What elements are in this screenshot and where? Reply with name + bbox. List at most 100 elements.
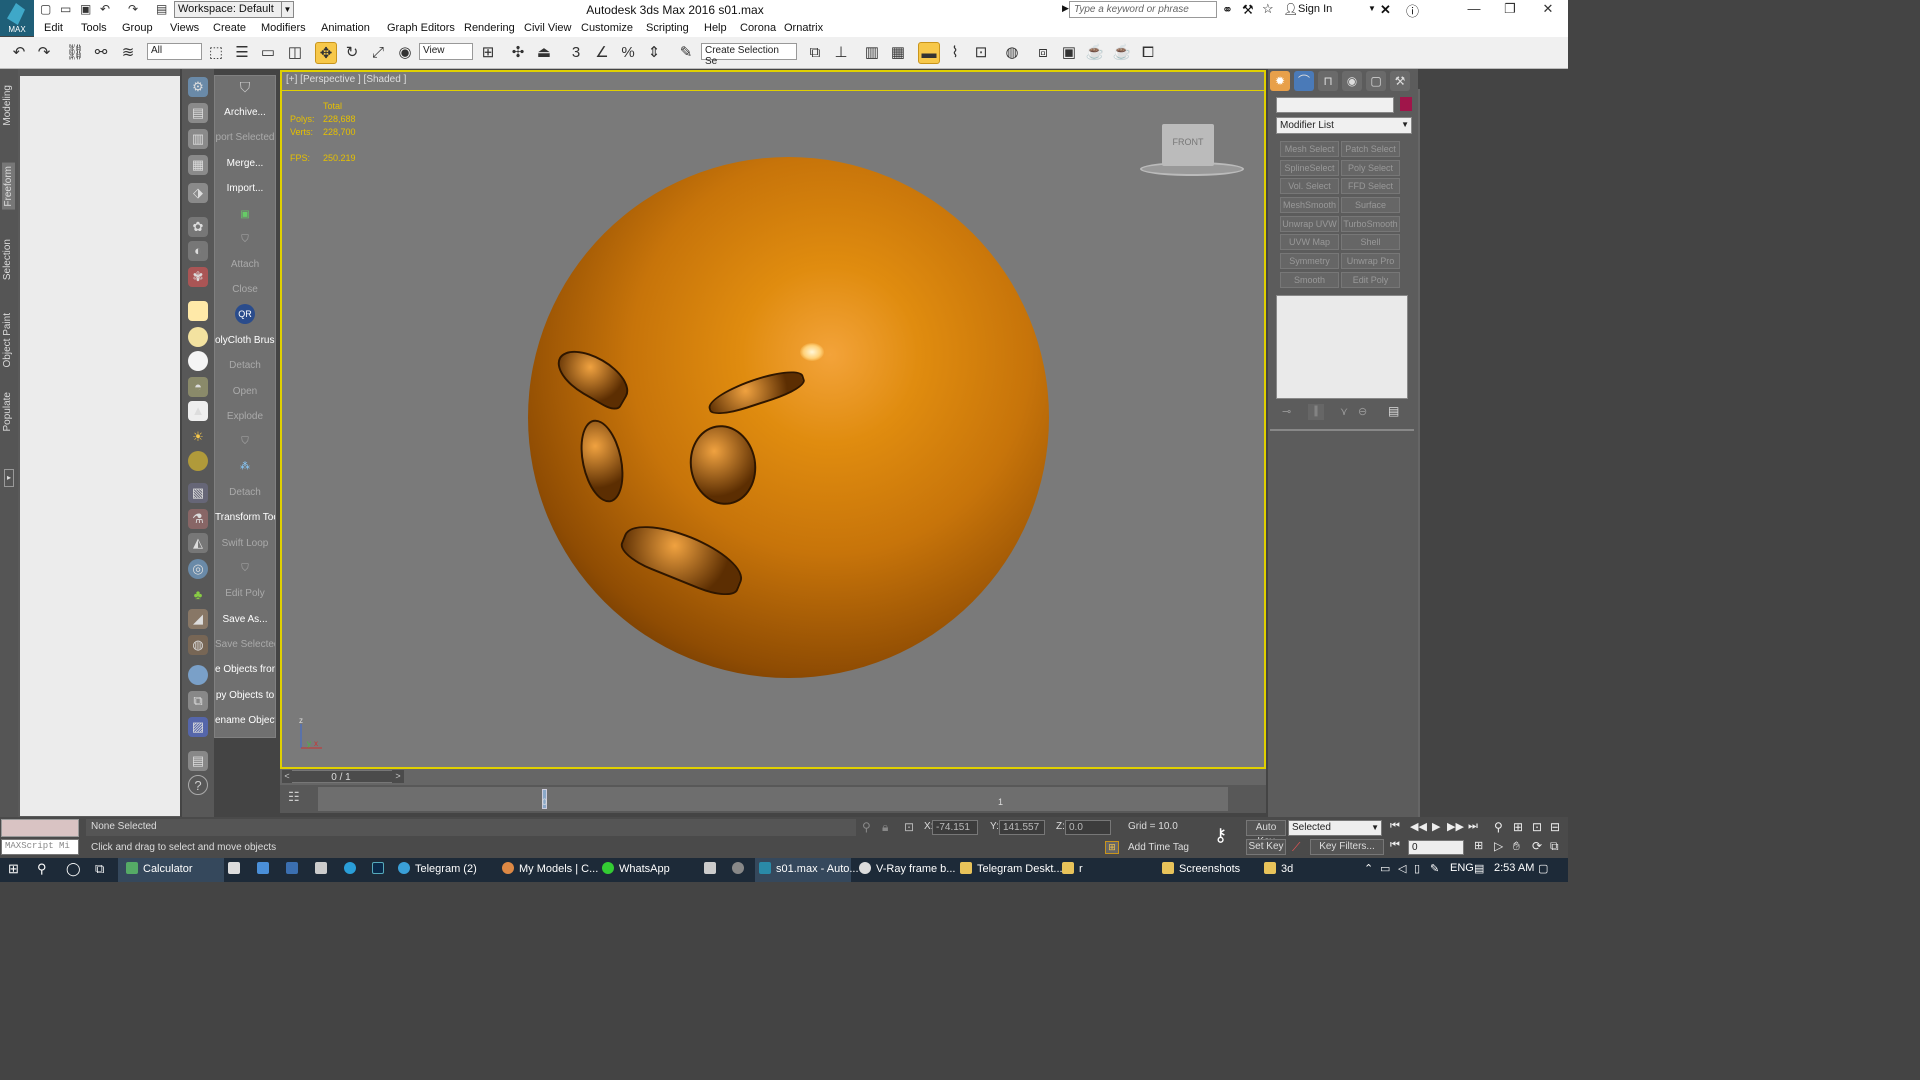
settings-icon[interactable]: ▤ [188, 751, 208, 771]
percent-snap-icon[interactable]: % [617, 42, 639, 64]
zoom-extents-icon[interactable]: ⊡ [1532, 820, 1542, 834]
rendered-frame-window-icon[interactable]: ▣ [1058, 42, 1080, 64]
pivot-center-icon[interactable]: ⊞ [477, 42, 499, 64]
menu-rendering[interactable]: Rendering [464, 22, 515, 34]
swift-loop-button[interactable]: Swift Loop [215, 533, 275, 555]
shield-icon[interactable]: ⛉ [215, 558, 275, 580]
render-iterative-icon[interactable]: ☕ [1111, 42, 1133, 64]
time-slider-thumb[interactable]: 0 / 1 [282, 770, 400, 783]
restore-icon[interactable]: ❐ [1500, 1, 1520, 17]
image-viewer-icon[interactable] [704, 862, 721, 875]
ribbon-options-icon[interactable]: ▸ [4, 469, 14, 487]
scale-icon[interactable]: ⤢ [367, 42, 389, 64]
viewport-label[interactable]: [+] [Perspective ] [Shaded ] [286, 74, 406, 85]
configure-modifier-sets-icon[interactable]: ▤ [1388, 404, 1399, 418]
unlink-icon[interactable]: ⚯ [90, 42, 112, 64]
shield-icon[interactable]: ⛉ [215, 431, 275, 453]
angry-emoji-model[interactable] [528, 157, 1049, 678]
menu-graph-editors[interactable]: Graph Editors [387, 22, 455, 34]
taskbar-screenshots[interactable]: Screenshots [1162, 862, 1240, 875]
edit-poly-button[interactable]: Edit Poly [215, 583, 275, 605]
settings-icon[interactable] [732, 862, 749, 875]
grass-icon[interactable]: ♣ [188, 585, 208, 605]
tab-populate[interactable]: Populate [2, 392, 13, 431]
menu-ornatrix[interactable]: Ornatrix [784, 22, 823, 34]
store-icon[interactable] [228, 862, 245, 875]
desktop-icon[interactable] [286, 862, 303, 875]
show-end-result-icon[interactable]: ∥ [1308, 404, 1324, 420]
rename-objects-icon[interactable]: ▨ [188, 717, 208, 737]
align-icon[interactable]: ⊥ [830, 42, 852, 64]
rotate-icon[interactable]: ↻ [341, 42, 363, 64]
app-logo[interactable]: MAX [0, 0, 34, 36]
copy-objects-icon[interactable]: ⧉ [188, 691, 208, 711]
pen-icon[interactable]: ✎ [1430, 862, 1439, 875]
open-button[interactable]: Open [215, 381, 275, 403]
maximize-viewport-icon[interactable]: ⧉ [1550, 839, 1559, 854]
layer-explorer-icon[interactable]: ▦ [887, 42, 909, 64]
spinner-snap-icon[interactable]: ⇕ [643, 42, 665, 64]
particles-icon[interactable]: ⁂ [215, 456, 275, 478]
material-editor-icon[interactable]: ◍ [1001, 42, 1023, 64]
key-mode-dropdown[interactable]: Selected ▼ [1288, 820, 1382, 836]
ime-icon[interactable]: ▤ [1474, 862, 1484, 875]
slider-next-icon[interactable]: > [392, 770, 404, 783]
modifier-button[interactable]: Surface Select [1341, 197, 1400, 225]
modifier-list-dropdown[interactable]: Modifier List ▼ [1276, 117, 1412, 134]
previous-frame-icon[interactable]: ◀◀ [1410, 820, 1427, 833]
close-icon[interactable]: ✕ [1538, 1, 1558, 17]
render-setup-icon[interactable]: ⧈ [1032, 42, 1054, 64]
explode-button[interactable]: Explode [215, 406, 275, 428]
clock[interactable]: 2:53 AM [1494, 862, 1534, 874]
x-coordinate-field[interactable]: -74.151 [932, 820, 978, 835]
globe-icon[interactable]: ◎ [188, 559, 208, 579]
mini-curve-editor-icon[interactable]: ☷ [288, 789, 300, 805]
show-hidden-icons[interactable]: ⌃ [1364, 862, 1373, 875]
y-coordinate-field[interactable]: 141.557 [999, 820, 1045, 835]
menu-modifiers[interactable]: Modifiers [261, 22, 306, 34]
bind-space-warp-icon[interactable]: ≋ [117, 42, 139, 64]
modifier-stack[interactable] [1276, 295, 1408, 399]
object-color-swatch[interactable] [1400, 97, 1412, 111]
plane-grid-icon[interactable]: ▧ [188, 483, 208, 503]
expand-arrow-icon[interactable]: ▶ [1062, 3, 1069, 14]
key-filter-icon[interactable]: ⟋ [1292, 840, 1300, 855]
mail-icon[interactable] [257, 862, 274, 875]
green-box-icon[interactable]: ▣ [215, 204, 275, 226]
notifications-icon[interactable]: ▢ [1538, 862, 1548, 875]
add-time-tag[interactable]: Add Time Tag [1128, 842, 1189, 853]
archive-icon[interactable]: ▤ [188, 103, 208, 123]
star-icon[interactable]: ☆ [1262, 1, 1274, 17]
z-coordinate-field[interactable]: 0.0 [1065, 820, 1111, 835]
make-unique-icon[interactable]: ⋎ [1340, 405, 1348, 418]
minimize-icon[interactable]: — [1464, 1, 1484, 16]
modifier-button[interactable]: TurboSmooth [1341, 216, 1400, 232]
cloth-icon[interactable]: ✾ [188, 267, 208, 287]
utilities-tab-icon[interactable]: ⚒ [1390, 71, 1410, 91]
geosphere-icon[interactable]: ◓ [188, 377, 208, 397]
auto-key-button[interactable]: Auto Key [1246, 820, 1286, 847]
exchange-icon[interactable]: ✕ [1380, 2, 1391, 18]
task-view-icon[interactable]: ⧉ [95, 861, 104, 877]
open-icon[interactable]: ⚙ [188, 77, 208, 97]
rectangle-shape-icon[interactable] [188, 301, 208, 321]
photoshop-icon[interactable] [372, 862, 389, 875]
menu-animation[interactable]: Animation [321, 22, 370, 34]
schematic-view-icon[interactable]: ⊡ [970, 42, 992, 64]
modifier-button[interactable]: Patch Select [1341, 141, 1400, 157]
archive-button[interactable]: Archive... [215, 102, 275, 124]
modifier-button[interactable]: SplineSelect [1280, 160, 1339, 176]
link-icon[interactable]: ⛓ [64, 42, 86, 64]
taskbar-whatsapp[interactable]: WhatsApp [602, 862, 670, 875]
modifier-button[interactable]: FFD Select [1341, 178, 1400, 194]
modifier-button[interactable]: Unwrap Pro [1341, 253, 1400, 269]
search-icon[interactable]: ⚲ [37, 861, 47, 877]
save-selected-button[interactable]: Save Selected [215, 634, 275, 656]
menu-civil-view[interactable]: Civil View [524, 22, 571, 34]
lock-selection-icon[interactable]: 🔒︎ [882, 820, 888, 835]
object-name-field[interactable] [1276, 97, 1394, 113]
detach-button[interactable]: Detach [215, 355, 275, 377]
cone-icon[interactable]: ▲ [188, 401, 208, 421]
slider-prev-icon[interactable]: < [282, 770, 292, 783]
tab-selection[interactable]: Selection [2, 239, 13, 280]
